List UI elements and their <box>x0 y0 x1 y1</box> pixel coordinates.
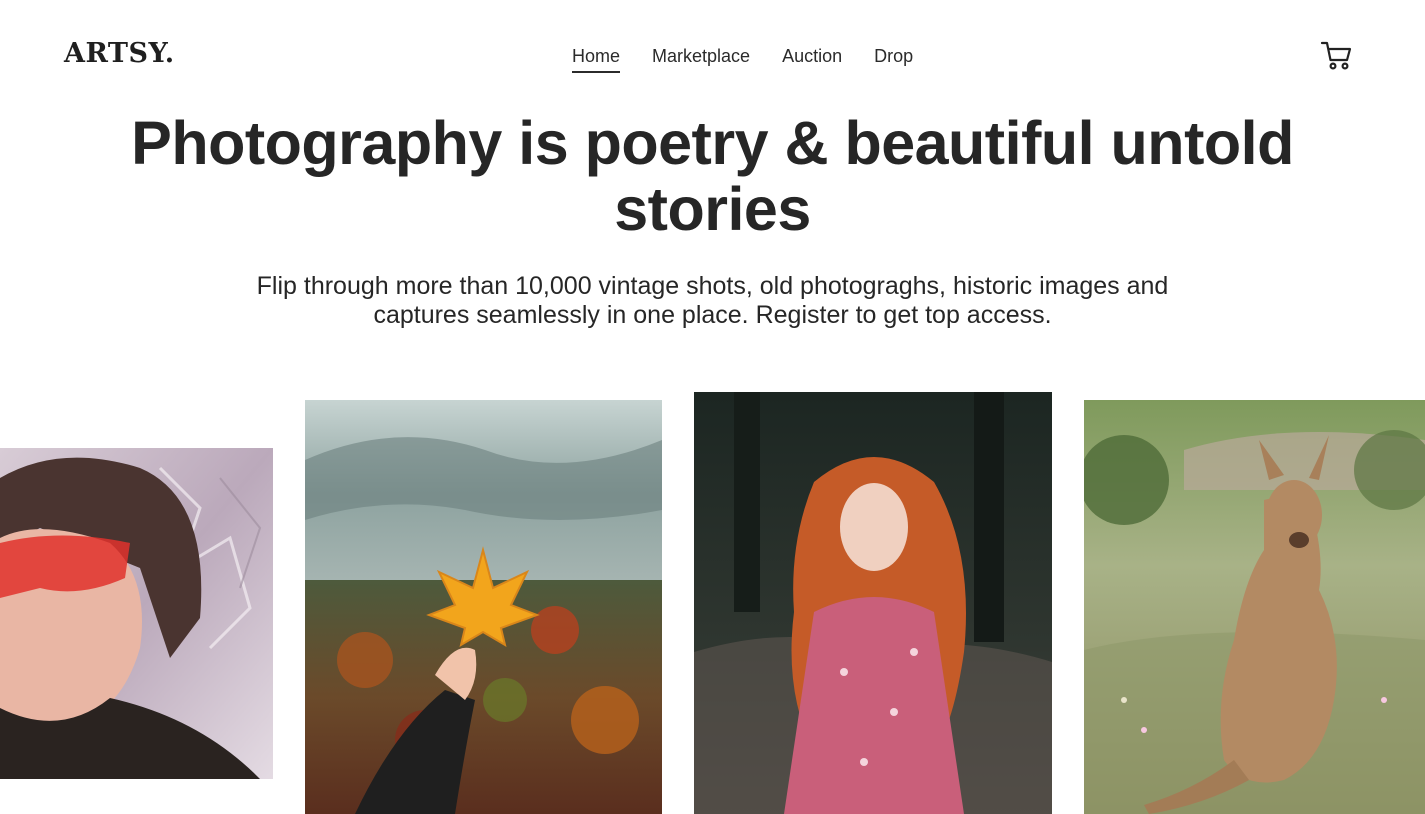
photo-portrait-red-glasses[interactable] <box>0 448 273 779</box>
nav-drop[interactable]: Drop <box>874 45 913 71</box>
photo-red-haired-woman[interactable] <box>694 392 1052 814</box>
page: ARTSY. Home Marketplace Auction Drop Pho… <box>0 0 1425 814</box>
shopping-cart-icon[interactable] <box>1320 38 1354 72</box>
nav-home[interactable]: Home <box>572 45 621 73</box>
nav-auction[interactable]: Auction <box>782 45 842 71</box>
main-nav: Home Marketplace Auction Drop <box>572 45 913 73</box>
logo[interactable]: ARTSY. <box>64 38 175 69</box>
photo-autumn-leaf[interactable] <box>305 400 662 814</box>
nav-marketplace[interactable]: Marketplace <box>652 45 750 71</box>
hero-subtitle: Flip through more than 10,000 vintage sh… <box>256 272 1169 329</box>
photo-kangaroo[interactable] <box>1084 400 1425 814</box>
hero-title: Photography is poetry & beautiful untold… <box>131 109 1294 243</box>
